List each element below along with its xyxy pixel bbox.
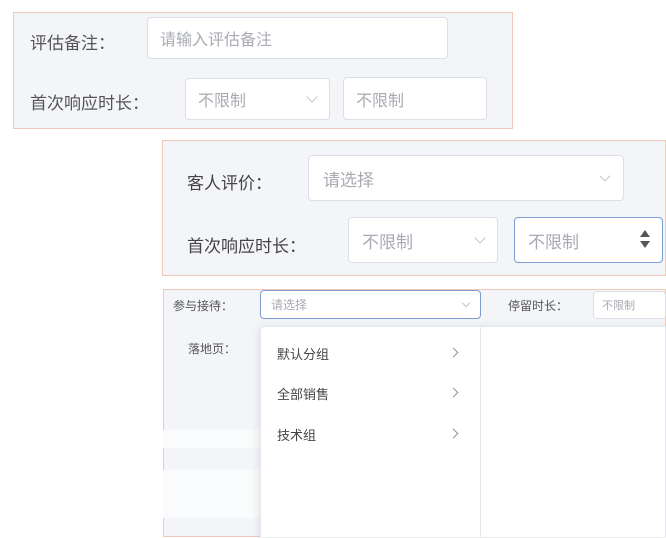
dwell-time-input[interactable]: 不限制	[593, 291, 666, 319]
response-time-input-2[interactable]: 不限制	[514, 217, 663, 263]
chevron-right-icon	[448, 347, 459, 358]
cascader-option-label: 全部销售	[277, 388, 330, 403]
remark-label: 评估备注：	[30, 34, 115, 54]
response-time-select-2[interactable]: 不限制	[348, 217, 498, 263]
chevron-down-icon	[461, 298, 471, 308]
rating-select-value: 请选择	[323, 170, 374, 191]
row-stripe	[163, 470, 263, 518]
response-time-select-value-2: 不限制	[362, 232, 413, 253]
chevron-right-icon	[448, 387, 459, 398]
chevron-down-icon	[599, 170, 611, 182]
cascader-column-divider	[480, 327, 481, 538]
cascader-option-label: 技术组	[277, 429, 317, 444]
rating-select[interactable]: 请选择	[308, 155, 624, 201]
chevron-right-icon	[448, 428, 459, 439]
reception-select-value: 请选择	[271, 298, 308, 312]
response-time-input-1[interactable]: 不限制	[343, 77, 487, 120]
response-time-select-1[interactable]: 不限制	[185, 78, 330, 120]
row-stripe	[163, 430, 263, 448]
response-time-input-value-2: 不限制	[528, 232, 579, 253]
reception-select[interactable]: 请选择	[260, 290, 481, 319]
cascader-option-default-group[interactable]: 默认分组	[261, 336, 480, 370]
dwell-time-input-value: 不限制	[602, 299, 635, 312]
reception-label: 参与接待：	[173, 299, 234, 313]
cascader-option-tech-group[interactable]: 技术组	[261, 417, 480, 451]
response-time-input-value-1: 不限制	[356, 90, 405, 110]
cascader-option-label: 默认分组	[277, 348, 330, 363]
chevron-down-icon	[306, 91, 318, 103]
landing-page-label: 落地页：	[188, 342, 237, 356]
response-time-select-value-1: 不限制	[198, 91, 247, 110]
dwell-time-label: 停留时长：	[508, 299, 569, 313]
cascader-dropdown: 默认分组 全部销售 技术组	[260, 326, 666, 538]
number-stepper-icon[interactable]	[640, 230, 650, 250]
remark-placeholder: 请输入评估备注	[160, 30, 273, 49]
chevron-down-icon	[474, 232, 486, 244]
response-time-label-1: 首次响应时长：	[30, 94, 149, 114]
cascader-option-all-sales[interactable]: 全部销售	[261, 376, 480, 410]
remark-input[interactable]: 请输入评估备注	[147, 17, 448, 59]
response-time-label-2: 首次响应时长：	[187, 237, 306, 257]
rating-label: 客人评价：	[187, 174, 272, 194]
